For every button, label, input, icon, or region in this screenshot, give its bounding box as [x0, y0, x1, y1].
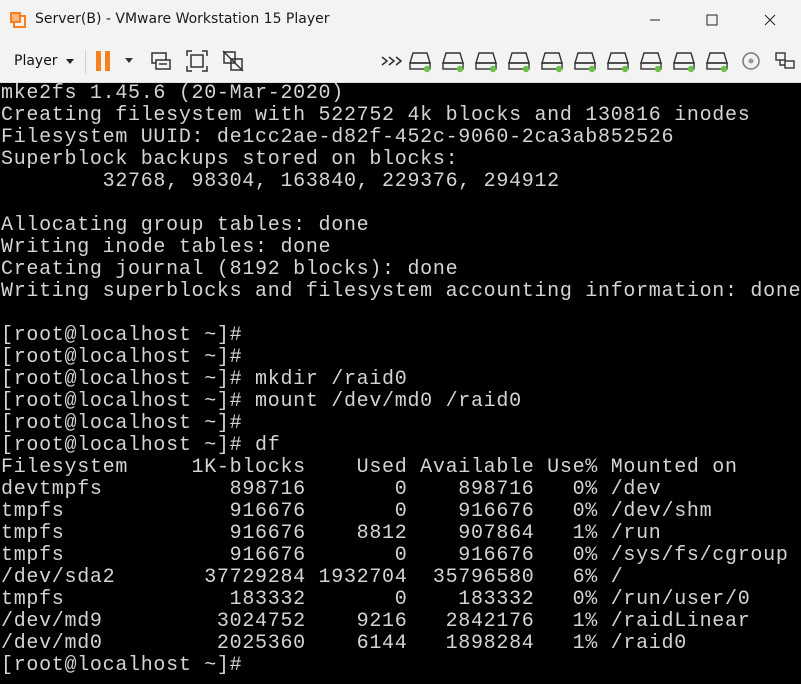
chevron-down-icon	[65, 58, 74, 64]
console-line: [root@localhost ~]# mount /dev/md0 /raid…	[1, 390, 522, 413]
pause-button[interactable]	[92, 48, 138, 74]
hard-disk-button[interactable]	[441, 48, 467, 74]
unity-button[interactable]	[220, 48, 246, 74]
hard-disk-icon	[475, 52, 497, 73]
close-button[interactable]	[747, 0, 793, 40]
console-line: /dev/md0 2025360 6144 1898284 1% /raid0	[1, 632, 687, 655]
hard-disk-button[interactable]	[639, 48, 665, 74]
cd-dvd-button[interactable]	[738, 48, 764, 74]
send-ctrl-alt-del-button[interactable]	[148, 48, 174, 74]
toolbar-divider	[85, 50, 86, 74]
hard-disk-icon	[508, 52, 530, 73]
hard-disk-icon	[574, 52, 596, 73]
console-line: Allocating group tables: done	[1, 214, 370, 237]
console-line: [root@localhost ~]# df	[1, 434, 281, 457]
toolbar: Player	[0, 40, 801, 83]
guest-console[interactable]: mke2fs 1.45.6 (20-Mar-2020) Creating file…	[0, 83, 801, 684]
console-line: devtmpfs 898716 0 898716 0% /dev	[1, 478, 662, 501]
title-bar: Server(B) - VMware Workstation 15 Player	[0, 0, 801, 40]
hard-disk-button[interactable]	[474, 48, 500, 74]
console-line: [root@localhost ~]#	[1, 412, 243, 435]
hard-disk-button[interactable]	[573, 48, 599, 74]
send-keys-icon	[151, 52, 171, 70]
console-line: mke2fs 1.45.6 (20-Mar-2020)	[1, 83, 344, 105]
console-line: Writing inode tables: done	[1, 236, 332, 259]
minimize-button[interactable]	[632, 0, 678, 40]
console-line: 32768, 98304, 163840, 229376, 294912	[1, 170, 560, 193]
hard-disk-button[interactable]	[672, 48, 698, 74]
double-chevron-right-icon	[381, 56, 402, 66]
cd-dvd-icon	[742, 52, 760, 70]
close-icon	[764, 14, 776, 26]
more-devices-button[interactable]	[377, 48, 403, 74]
network-adapter-button[interactable]	[772, 48, 798, 74]
hard-disk-button[interactable]	[507, 48, 533, 74]
console-line: [root@localhost ~]# mkdir /raid0	[1, 368, 408, 391]
fit-guest-button[interactable]	[184, 48, 210, 74]
console-line: Creating filesystem with 522752 4k block…	[1, 104, 751, 127]
console-line: tmpfs 916676 0 916676 0% /dev/shm	[1, 500, 713, 523]
pause-icon	[96, 51, 133, 71]
maximize-icon	[706, 14, 718, 26]
network-adapter-icon	[775, 52, 795, 69]
console-line: Writing superblocks and filesystem accou…	[1, 280, 801, 303]
console-line: [root@localhost ~]#	[1, 324, 243, 347]
minimize-icon	[650, 19, 660, 21]
window-title: Server(B) - VMware Workstation 15 Player	[35, 11, 330, 27]
console-line: Superblock backups stored on blocks:	[1, 148, 459, 171]
hard-disk-icon	[442, 52, 464, 73]
console-line: /dev/md9 3024752 9216 2842176 1% /raidLi…	[1, 610, 751, 633]
console-line: tmpfs 916676 0 916676 0% /sys/fs/cgroup	[1, 544, 789, 567]
hard-disk-icon	[541, 52, 563, 73]
hard-disk-icon	[706, 52, 728, 73]
hard-disk-icon	[607, 52, 629, 73]
vmware-player-window: Server(B) - VMware Workstation 15 Player…	[0, 0, 801, 684]
hard-disk-button[interactable]	[705, 48, 731, 74]
player-menu-button[interactable]: Player	[6, 48, 82, 74]
maximize-button[interactable]	[689, 0, 735, 40]
vmware-app-icon	[9, 11, 27, 29]
hard-disk-button[interactable]	[408, 48, 434, 74]
console-line: Filesystem 1K-blocks Used Available Use%…	[1, 456, 738, 479]
hard-disk-icon	[673, 52, 695, 73]
hard-disk-button[interactable]	[606, 48, 632, 74]
console-line: tmpfs 183332 0 183332 0% /run/user/0	[1, 588, 751, 611]
console-line: Filesystem UUID: de1cc2ae-d82f-452c-9060…	[1, 126, 675, 149]
console-line: [root@localhost ~]#	[1, 346, 243, 369]
console-line: tmpfs 916676 8812 907864 1% /run	[1, 522, 662, 545]
player-menu-label: Player	[14, 53, 58, 69]
fit-guest-icon	[186, 50, 208, 72]
console-line: [root@localhost ~]#	[1, 654, 243, 677]
console-line: /dev/sda2 37729284 1932704 35796580 6% /	[1, 566, 624, 589]
hard-disk-icon	[640, 52, 662, 73]
hard-disk-icon	[409, 52, 431, 73]
hard-disk-button[interactable]	[540, 48, 566, 74]
unity-icon	[222, 50, 244, 72]
console-line: Creating journal (8192 blocks): done	[1, 258, 459, 281]
